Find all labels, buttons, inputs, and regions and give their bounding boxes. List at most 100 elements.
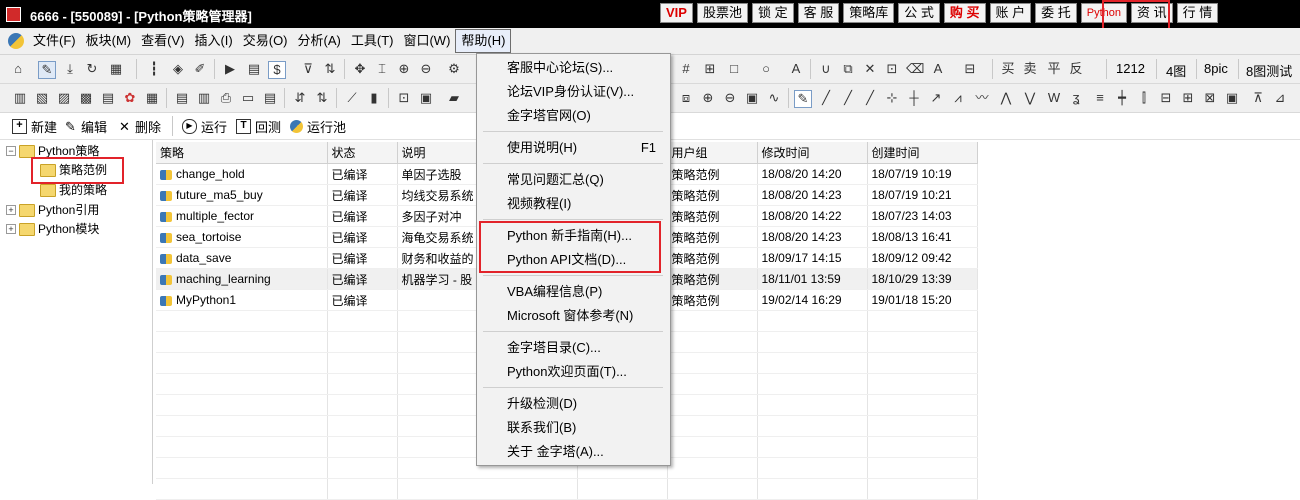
chart-config-icon[interactable]: ▦ (144, 90, 160, 106)
run-button[interactable]: ▶ 运行 (182, 117, 227, 136)
layout-4-button[interactable]: 4图 (1166, 61, 1186, 80)
rectangle-tool-icon[interactable]: ⊞ (1180, 90, 1196, 106)
diamond-icon[interactable]: ◈ (170, 61, 186, 77)
bar-chart-icon[interactable]: ▮ (366, 90, 382, 106)
lock-icon[interactable]: ⊡ (884, 61, 900, 77)
segment-tool-icon[interactable]: ╱ (862, 90, 878, 106)
expand-icon[interactable]: + (6, 224, 16, 234)
menu-item-video[interactable]: 视频教程(I) (507, 193, 662, 215)
run-pool-button[interactable]: 运行池 (290, 117, 346, 136)
zoom-in-icon[interactable]: ⊕ (396, 61, 412, 77)
w-pattern-icon[interactable]: W (1046, 90, 1062, 106)
sell-icon[interactable]: 卖 (1022, 61, 1038, 77)
col-user-group[interactable]: 用户组 (667, 142, 758, 164)
play-icon[interactable]: ▶ (222, 61, 238, 77)
refresh-icon[interactable]: ↻ (84, 61, 100, 77)
grid-icon[interactable]: ▦ (108, 61, 124, 77)
strategy-library-button[interactable]: 策略库 (843, 3, 895, 23)
table-icon[interactable]: ▤ (174, 90, 190, 106)
cursor-icon[interactable]: ⌶ (374, 61, 390, 77)
flat-icon[interactable]: 平 (1046, 61, 1062, 77)
menu-tools[interactable]: 工具(T) (346, 28, 399, 54)
layout-8-test-button[interactable]: 8图测试 (1246, 61, 1292, 80)
download-icon[interactable]: ⤓ (62, 61, 78, 77)
edit-button[interactable]: ✎ 编辑 (64, 117, 107, 136)
horizontal-line-icon[interactable]: ⊹ (884, 90, 900, 106)
magnet-icon[interactable]: ∪ (818, 61, 834, 77)
collapse-icon[interactable]: − (6, 146, 16, 156)
menu-item-python-welcome[interactable]: Python欢迎页面(T)... (507, 361, 662, 383)
image-icon[interactable]: ▣ (744, 90, 760, 106)
channel-icon[interactable]: ⊟ (1158, 90, 1174, 106)
new-button[interactable]: + 新建 (12, 117, 57, 136)
col-modified[interactable]: 修改时间 (757, 142, 868, 164)
zigzag-icon[interactable]: ⩘ (950, 90, 966, 106)
zigzag2-icon[interactable]: ʓ (1068, 90, 1084, 106)
sort-desc-icon[interactable]: ⇅ (314, 90, 330, 106)
report-icon[interactable]: ▤ (262, 90, 278, 106)
pencil-icon[interactable]: ✎ (38, 61, 56, 79)
menu-item-contact[interactable]: 联系我们(B) (507, 417, 662, 439)
menu-window[interactable]: 窗口(W) (398, 28, 455, 54)
menu-analysis[interactable]: 分析(A) (293, 28, 346, 54)
menu-item-vba[interactable]: VBA编程信息(P) (507, 281, 662, 303)
layout-1212-button[interactable]: 1212 (1116, 61, 1145, 76)
menu-view[interactable]: 查看(V) (136, 28, 189, 54)
menu-help[interactable]: 帮助(H) (455, 29, 512, 53)
service-button[interactable]: 客 服 (797, 3, 840, 23)
color-a-icon[interactable]: A (930, 61, 946, 77)
layout-8pic-button[interactable]: 8pic (1204, 61, 1228, 76)
account-button[interactable]: 账 户 (989, 3, 1032, 23)
pen-icon[interactable]: ✎ (794, 90, 812, 108)
chart-copy-icon[interactable]: ▤ (100, 90, 116, 106)
fib-icon[interactable]: ≡ (1092, 90, 1108, 106)
chart-new-icon[interactable]: ▧ (34, 90, 50, 106)
grid-lines-icon[interactable]: ⊞ (702, 61, 718, 77)
menu-item-usage[interactable]: 使用说明(H) F1 (507, 137, 662, 159)
move-icon[interactable]: ✥ (352, 61, 368, 77)
save-icon[interactable]: ⊟ (962, 61, 978, 77)
edit-icon[interactable]: ✐ (192, 61, 208, 77)
strategy-icon[interactable]: ▥ (12, 90, 28, 106)
vip-button[interactable]: VIP (660, 3, 693, 23)
menu-item-website[interactable]: 金字塔官网(O) (507, 105, 662, 127)
ray-tool-icon[interactable]: ╱ (840, 90, 856, 106)
vertical-line-icon[interactable]: ┼ (906, 90, 922, 106)
print-icon[interactable]: ⎙ (218, 90, 234, 106)
backtest-button[interactable]: T 回测 (236, 117, 281, 136)
document-icon[interactable]: ▤ (246, 61, 262, 77)
stock-pool-button[interactable]: 股票池 (696, 3, 748, 23)
split-icon[interactable]: ⫿ (1136, 90, 1152, 106)
line-chart-icon[interactable]: ⟋ (344, 90, 360, 106)
formula-button[interactable]: 公 式 (898, 3, 940, 23)
order-button[interactable]: 委 托 (1035, 3, 1077, 23)
menu-item-about[interactable]: 关于 金字塔(A)... (507, 441, 662, 463)
table-list-icon[interactable]: ▥ (196, 90, 212, 106)
zoom-out-icon[interactable]: ⊖ (418, 61, 434, 77)
menu-item-faq[interactable]: 常见问题汇总(Q) (507, 169, 662, 191)
magnify-plus-icon[interactable]: ⊕ (700, 90, 716, 106)
chart-edit-icon[interactable]: ▨ (56, 90, 72, 106)
trash-icon[interactable]: ⌫ (906, 61, 924, 77)
col-status[interactable]: 状态 (327, 142, 398, 164)
monitor-icon[interactable]: ▭ (240, 90, 256, 106)
menu-trade[interactable]: 交易(O) (238, 28, 293, 54)
line-tool-icon[interactable]: ╱ (818, 90, 834, 106)
menu-block[interactable]: 板块(M) (81, 28, 137, 54)
menu-item-update[interactable]: 升级检测(D) (507, 393, 662, 415)
fan-icon[interactable]: ⊼ (1250, 90, 1266, 106)
arrow-tool-icon[interactable]: ↗ (928, 90, 944, 106)
magnify-minus-icon[interactable]: ⊖ (722, 90, 738, 106)
copy-icon[interactable]: ⧉ (840, 61, 856, 77)
box-icon[interactable]: ⊡ (396, 90, 412, 106)
network-icon[interactable]: ⧈ (678, 90, 694, 106)
cross-icon[interactable]: ┿ (1114, 90, 1130, 106)
elliott-icon[interactable]: ⋀ (998, 90, 1014, 106)
menu-item-ms-forms[interactable]: Microsoft 窗体参考(N) (507, 305, 662, 327)
menu-item-vip-auth[interactable]: 论坛VIP身份认证(V)... (507, 81, 662, 103)
wave-icon[interactable]: ∿ (766, 90, 782, 106)
sort-asc-icon[interactable]: ⇵ (292, 90, 308, 106)
tree-node-python-ref[interactable]: + Python引用 (6, 201, 99, 219)
cards-icon[interactable]: ▰ (446, 90, 462, 106)
dollar-icon[interactable]: $ (268, 61, 286, 79)
